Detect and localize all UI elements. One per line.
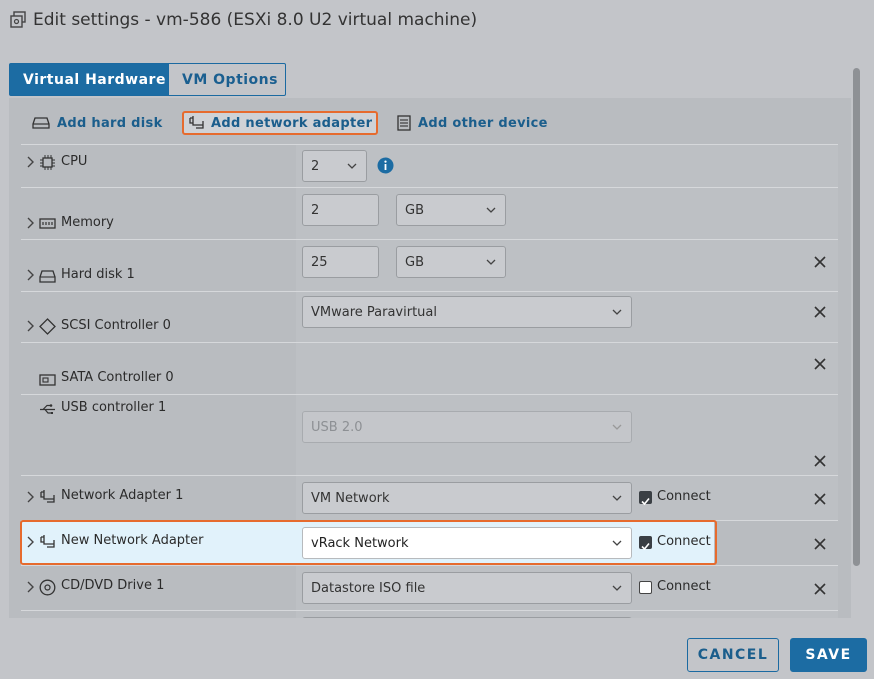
chevron-down-icon [486,259,496,265]
add-hard-disk-label: Add hard disk [57,115,163,131]
row-scsi-controller: SCSI Controller 0 VMware Paravirtual [21,291,838,342]
chevron-right-icon[interactable] [26,491,35,503]
chevron-right-icon[interactable] [26,269,35,281]
memory-size-input[interactable]: 2 [302,194,379,226]
cd-dvd-source-select[interactable]: Datastore ISO file [302,572,632,604]
tab-bar: Virtual Hardware VM Options [9,63,286,98]
scsi-controller-icon [39,318,56,335]
scsi-controller-label: SCSI Controller 0 [61,318,171,333]
network-adapter-1-label: Network Adapter 1 [61,488,184,503]
network-adapter-1-connect-label: Connect [657,489,711,504]
scsi-type-select[interactable]: VMware Paravirtual [302,296,632,328]
remove-icon[interactable] [814,306,826,318]
hard-disk-label: Hard disk 1 [61,267,135,282]
network-adapter-1-value: VM Network [311,490,390,506]
usb-icon [40,404,55,414]
usb-controller-label: USB controller 1 [61,400,167,415]
partial-select [302,617,632,618]
row-cd-dvd-drive: CD/DVD Drive 1 Datastore ISO file Connec… [21,565,838,610]
hard-disk-size-input[interactable]: 25 [302,246,379,278]
row-hard-disk: Hard disk 1 25 GB [21,239,838,291]
chevron-right-icon[interactable] [26,320,35,332]
add-other-device-label: Add other device [418,115,548,131]
save-button[interactable]: SAVE [790,638,867,672]
memory-unit-value: GB [405,202,424,218]
network-adapter-1-select[interactable]: VM Network [302,482,632,514]
remove-icon[interactable] [814,583,826,595]
tab-vm-options[interactable]: VM Options [169,63,286,96]
network-adapter-1-connect-checkbox[interactable] [639,491,652,506]
cpu-icon [40,155,55,170]
remove-icon[interactable] [814,455,826,467]
cpu-label: CPU [61,154,88,169]
memory-icon [39,218,56,229]
scrollbar-thumb[interactable] [853,68,860,566]
device-toolbar: Add hard disk Add network adapter Add ot… [9,98,851,144]
cd-dvd-icon [39,579,56,596]
new-network-adapter-highlight [20,520,717,565]
tab-virtual-hardware[interactable]: Virtual Hardware [9,63,169,96]
scsi-type-value: VMware Paravirtual [311,304,437,320]
vm-settings-icon [10,11,26,28]
chevron-down-icon [612,309,622,315]
row-usb-controller: USB controller 1 USB 2.0 [21,394,838,475]
hard-disk-unit-select[interactable]: GB [396,246,506,278]
add-hard-disk-button[interactable]: Add hard disk [32,111,163,135]
row-partial [21,610,838,618]
add-network-adapter-label: Add network adapter [211,115,373,131]
add-network-adapter-button[interactable]: Add network adapter [182,111,379,135]
hard-disk-icon [32,117,50,129]
remove-icon[interactable] [814,538,826,550]
cd-dvd-drive-label: CD/DVD Drive 1 [61,578,165,593]
row-sata-controller: SATA Controller 0 [21,342,838,394]
chevron-down-icon [612,585,622,591]
info-icon[interactable] [377,157,394,174]
row-memory: Memory 2 GB [21,187,838,239]
hardware-panel: Add hard disk Add network adapter Add ot… [9,98,851,618]
cd-dvd-connect-checkbox[interactable] [639,581,652,594]
dialog-title: Edit settings - vm-586 (ESXi 8.0 U2 virt… [33,10,478,30]
device-list-icon [397,115,411,131]
dialog-header: Edit settings - vm-586 (ESXi 8.0 U2 virt… [0,0,874,44]
usb-type-value: USB 2.0 [311,419,363,435]
chevron-down-icon [347,163,357,169]
remove-icon[interactable] [814,358,826,370]
cd-dvd-connect-label: Connect [657,579,711,594]
remove-icon[interactable] [814,493,826,505]
sata-controller-icon [39,374,56,386]
chevron-right-icon[interactable] [26,156,35,168]
usb-type-select: USB 2.0 [302,411,632,443]
cd-dvd-source-value: Datastore ISO file [311,580,426,596]
cpu-count-select[interactable]: 2 [302,150,367,182]
network-adapter-icon [40,490,55,503]
chevron-down-icon [612,424,622,430]
row-network-adapter-1: Network Adapter 1 VM Network Connect [21,475,838,520]
chevron-down-icon [612,495,622,501]
network-adapter-icon [189,116,204,129]
chevron-down-icon [486,207,496,213]
chevron-right-icon[interactable] [26,217,35,229]
hard-disk-unit-value: GB [405,254,424,270]
memory-label: Memory [61,215,114,230]
cpu-count-value: 2 [311,158,320,174]
remove-icon[interactable] [814,256,826,268]
memory-unit-select[interactable]: GB [396,194,506,226]
add-other-device-button[interactable]: Add other device [397,111,548,135]
sata-controller-label: SATA Controller 0 [61,370,174,385]
checkmark-icon [641,497,650,506]
chevron-right-icon[interactable] [26,581,35,593]
hard-disk-icon [39,270,56,283]
cancel-button[interactable]: CANCEL [687,638,779,672]
row-cpu: CPU 2 [21,144,838,187]
